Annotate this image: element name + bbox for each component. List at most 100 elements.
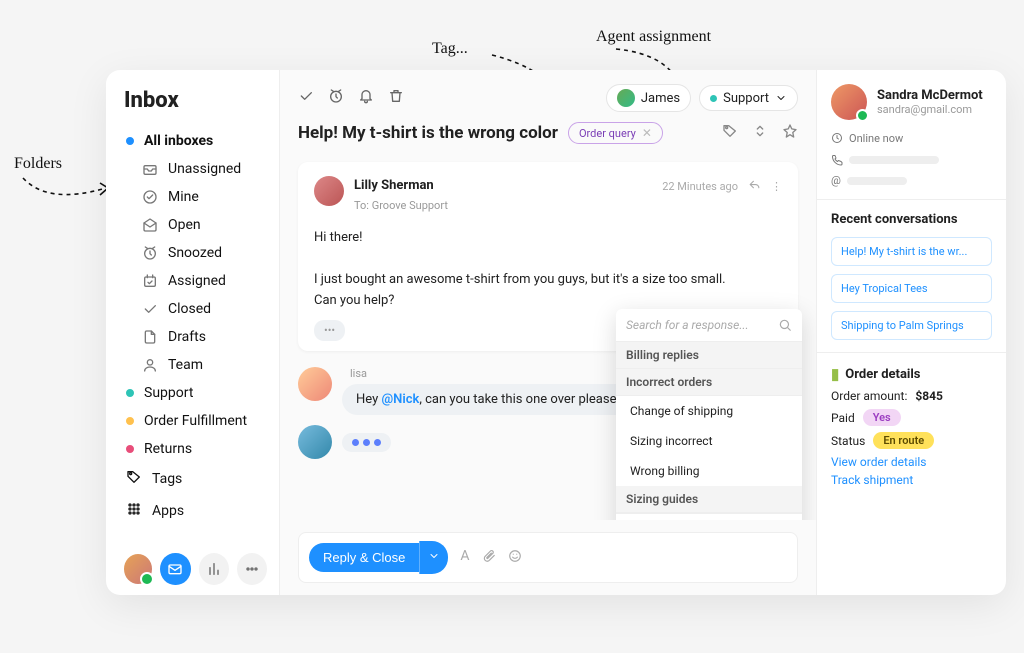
more-button[interactable] [237, 553, 267, 585]
clock-icon [142, 245, 158, 261]
delete-icon[interactable] [388, 88, 406, 108]
sidebar-folder-drafts[interactable]: Drafts [140, 323, 267, 351]
sidebar-folder-closed[interactable]: Closed [140, 295, 267, 323]
remove-tag-icon[interactable]: ✕ [642, 126, 652, 140]
sidebar-folder-unassigned[interactable]: Unassigned [140, 155, 267, 183]
order-amount: $845 [915, 389, 943, 403]
subject-row: Help! My t-shirt is the wrong color Orde… [280, 120, 816, 158]
dot-icon [126, 445, 134, 453]
conversation-subject: Help! My t-shirt is the wrong color [298, 123, 558, 143]
annotation-tags: Tag... [432, 40, 468, 58]
message-body-greeting: Hi there! [314, 228, 782, 249]
recent-conversation[interactable]: Shipping to Palm Springs [831, 311, 992, 340]
conversation-toolbar: James Support [280, 70, 816, 120]
inbox-icon [142, 161, 158, 177]
annotation-agent: Agent assignment [596, 28, 711, 46]
customer-avatar [831, 84, 867, 120]
check-icon [142, 301, 158, 317]
current-user-avatar[interactable] [124, 554, 152, 584]
note-bubble: Hey @Nick, can you take this one over pl… [342, 384, 637, 415]
sidebar-tags[interactable]: Tags [124, 463, 267, 495]
mention[interactable]: @Nick [381, 392, 419, 407]
sidebar-mailbox-support[interactable]: Support [124, 379, 267, 407]
mail-open-icon [142, 217, 158, 233]
typing-avatar [298, 425, 332, 459]
sender-avatar [314, 176, 344, 206]
sidebar-mailbox-returns[interactable]: Returns [124, 435, 267, 463]
customer-status: Online now [831, 130, 992, 146]
response-category[interactable]: Incorrect orders [616, 369, 802, 396]
message-time: 22 Minutes ago [662, 178, 738, 196]
group-pill[interactable]: Support [699, 85, 798, 111]
sidebar-folder-team[interactable]: Team [140, 351, 267, 379]
app-window: Inbox All inboxes Unassigned Mine Open S… [106, 70, 1006, 595]
recipient-line: To: Groove Support [354, 197, 448, 215]
order-amount-label: Order amount: [831, 389, 907, 403]
sidebar: Inbox All inboxes Unassigned Mine Open S… [106, 70, 280, 595]
sidebar-all-inboxes[interactable]: All inboxes [124, 127, 267, 155]
check-circle-icon [142, 189, 158, 205]
expand-quote-button[interactable]: ••• [314, 320, 345, 342]
response-item[interactable]: Change of shipping [616, 396, 802, 426]
note-author-name: lisa [342, 367, 637, 380]
emoji-icon[interactable] [508, 548, 522, 568]
track-shipment-link[interactable]: Track shipment [831, 473, 992, 487]
dot-icon [126, 137, 134, 145]
message-body-line: I just bought an awesome t-shirt from yo… [314, 270, 782, 291]
response-search[interactable]: Search for a response... [616, 309, 802, 342]
sidebar-bottom [124, 543, 267, 585]
add-tag-icon[interactable] [722, 123, 738, 143]
new-instant-reply-button[interactable]: + New instant reply [616, 513, 802, 520]
dot-icon [710, 95, 717, 102]
compose-button[interactable] [160, 553, 190, 585]
sidebar-title: Inbox [124, 88, 267, 113]
tag-chip[interactable]: Order query✕ [568, 122, 663, 144]
format-icon[interactable]: A [460, 548, 469, 568]
order-paid-label: Paid [831, 411, 855, 425]
customer-panel: Sandra McDermot sandra@gmail.com Online … [816, 70, 1006, 595]
tag-icon [126, 469, 142, 489]
reply-close-button[interactable]: Reply & Close [309, 543, 419, 572]
status-badge: En route [873, 432, 934, 449]
notify-icon[interactable] [358, 88, 376, 108]
customer-phone-placeholder [831, 152, 992, 168]
response-item[interactable]: Sizing incorrect [616, 426, 802, 456]
shopify-icon: ▮ [831, 365, 839, 383]
star-icon[interactable] [782, 123, 798, 143]
snooze-icon[interactable] [328, 88, 346, 108]
response-item[interactable]: Wrong billing [616, 456, 802, 486]
response-category[interactable]: Sizing guides [616, 486, 802, 513]
sidebar-folder-assigned[interactable]: Assigned [140, 267, 267, 295]
main-panel: James Support Help! My t-shirt is the wr… [280, 70, 816, 595]
search-icon [778, 317, 792, 333]
reply-close-button-group: Reply & Close [309, 541, 448, 574]
reports-button[interactable] [199, 553, 229, 585]
drafts-icon [142, 329, 158, 345]
sidebar-apps[interactable]: Apps [124, 495, 267, 527]
composer: Reply & Close A [298, 532, 798, 583]
typing-dots-icon [342, 433, 391, 452]
thread: Lilly Sherman To: Groove Support 22 Minu… [280, 158, 816, 520]
view-order-link[interactable]: View order details [831, 455, 992, 469]
sidebar-all-inboxes-label: All inboxes [144, 133, 213, 149]
dot-icon [126, 417, 134, 425]
recent-conversation[interactable]: Hey Tropical Tees [831, 274, 992, 303]
recent-conversations-title: Recent conversations [831, 212, 992, 227]
response-category[interactable]: Billing replies [616, 342, 802, 369]
message-more-icon[interactable]: ⋮ [771, 178, 782, 196]
customer-email: sandra@gmail.com [877, 103, 983, 116]
team-icon [142, 357, 158, 373]
agent-assignee-pill[interactable]: James [606, 84, 691, 112]
sidebar-folder-mine[interactable]: Mine [140, 183, 267, 211]
reply-dropdown-button[interactable] [419, 541, 448, 574]
attach-icon[interactable] [482, 548, 496, 568]
recent-conversation[interactable]: Help! My t-shirt is the wr... [831, 237, 992, 266]
sort-icon[interactable] [752, 123, 768, 143]
order-status-label: Status [831, 434, 865, 448]
reply-icon[interactable] [748, 176, 761, 198]
sidebar-mailbox-fulfillment[interactable]: Order Fulfillment [124, 407, 267, 435]
sidebar-folder-open[interactable]: Open [140, 211, 267, 239]
mark-done-icon[interactable] [298, 88, 316, 108]
sidebar-folder-snoozed[interactable]: Snoozed [140, 239, 267, 267]
agent-avatar-icon [617, 89, 635, 107]
